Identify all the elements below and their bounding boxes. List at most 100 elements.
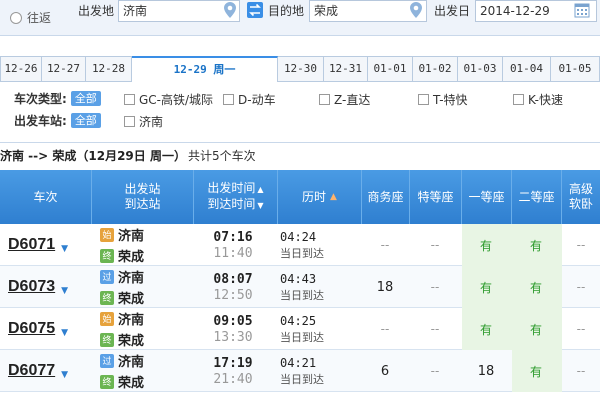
- filter-station-label: 济南: [139, 115, 164, 129]
- seat-value: 有: [529, 280, 542, 295]
- caret-down-icon[interactable]: ▼: [61, 286, 68, 296]
- table-row[interactable]: D6073 ▼ 过济南 终荣成 08:07 12:50 04:43 当日到达 18 -…: [0, 266, 600, 308]
- train-cell[interactable]: D6071 ▼: [0, 224, 92, 266]
- business-seat: 18: [362, 266, 408, 308]
- location-pin-icon[interactable]: [410, 2, 422, 18]
- end-badge: 终: [100, 374, 114, 389]
- train-number[interactable]: D6075: [8, 320, 55, 338]
- caret-down-icon[interactable]: ▼: [61, 328, 68, 338]
- duration: 04:21: [280, 355, 317, 370]
- date-tab-active[interactable]: 12-29 周一: [132, 56, 278, 82]
- soft-sleeper-seat: --: [562, 224, 600, 266]
- header-duration[interactable]: 历时 ▲: [278, 170, 362, 224]
- seat-value: 有: [529, 238, 542, 253]
- header-duration-label: 历时: [302, 189, 327, 204]
- sort-up-icon[interactable]: ▲: [257, 182, 263, 197]
- duration-cell: 04:43 当日到达: [280, 266, 360, 308]
- date-tab[interactable]: 12-26: [0, 56, 42, 82]
- arrival-time: 21:40: [213, 371, 253, 387]
- to-station: 终荣成: [100, 372, 144, 391]
- seat-value: --: [576, 364, 586, 378]
- table-row[interactable]: D6071 ▼ 始济南 终荣成 07:16 11:40 04:24 当日到达 -- -…: [0, 224, 600, 266]
- soft-sleeper-seat: --: [562, 266, 600, 308]
- business-seat: --: [362, 224, 408, 266]
- to-station: 终荣成: [100, 330, 144, 349]
- sort-up-icon[interactable]: ▲: [330, 190, 337, 205]
- header-soft-label-2: 软卧: [568, 197, 593, 211]
- header-times[interactable]: 出发时间 ▲ 到达时间 ▼: [194, 170, 278, 224]
- header-second: 二等座: [512, 170, 562, 224]
- times-cell: 07:16 11:40: [194, 224, 272, 266]
- checkbox[interactable]: [319, 94, 330, 105]
- train-cell[interactable]: D6077 ▼: [0, 350, 92, 392]
- caret-down-icon[interactable]: ▼: [61, 244, 68, 254]
- date-tab[interactable]: 12-28: [86, 56, 132, 82]
- search-bar: 往返 出发地 济南 目的地 荣成 出发日 2014-12-29: [0, 0, 600, 36]
- caret-down-icon[interactable]: ▼: [61, 370, 68, 380]
- filter-t[interactable]: T-特快: [418, 91, 468, 108]
- round-trip-radio[interactable]: [10, 11, 22, 24]
- train-number[interactable]: D6077: [8, 362, 55, 380]
- filter-station-jinan[interactable]: 济南: [124, 113, 163, 130]
- date-tab[interactable]: 12-31: [324, 56, 368, 82]
- train-count: 共计5个车次: [187, 149, 256, 163]
- table-row[interactable]: D6077 ▼ 过济南 终荣成 17:19 21:40 04:21 当日到达 6 --…: [0, 350, 600, 392]
- location-pin-icon[interactable]: [224, 2, 236, 18]
- checkbox[interactable]: [418, 94, 429, 105]
- train-cell[interactable]: D6075 ▼: [0, 308, 92, 350]
- round-trip-option[interactable]: 往返: [10, 9, 51, 26]
- train-type-all-button[interactable]: 全部: [70, 90, 101, 106]
- train-number[interactable]: D6073: [8, 278, 55, 296]
- header-first-label: 一等座: [468, 189, 505, 204]
- seat-value: 18: [477, 363, 495, 379]
- seat-value: 有: [479, 322, 492, 337]
- filter-gc[interactable]: GC-高铁/城际: [124, 91, 213, 108]
- filter-d[interactable]: D-动车: [223, 91, 276, 108]
- soft-sleeper-seat: --: [562, 308, 600, 350]
- filter-k-label: K-快速: [528, 93, 563, 107]
- from-station: 始济南: [100, 309, 144, 328]
- sort-down-icon[interactable]: ▼: [257, 198, 263, 213]
- checkbox[interactable]: [124, 116, 135, 127]
- header-dep-text: 出发时间: [207, 181, 256, 195]
- soft-sleeper-seat: --: [562, 350, 600, 392]
- seat-value: --: [576, 280, 586, 294]
- departure-time: 17:19: [213, 355, 253, 371]
- header-arr-label: 到达时间 ▼: [207, 197, 263, 213]
- date-tab[interactable]: 01-01: [368, 56, 413, 82]
- special-seat: --: [410, 224, 460, 266]
- header-special: 特等座: [410, 170, 462, 224]
- second-class-seat: 有: [512, 266, 560, 308]
- date-tab[interactable]: 01-05: [551, 56, 600, 82]
- to-station-name: 荣成: [118, 334, 145, 349]
- checkbox[interactable]: [513, 94, 524, 105]
- table-row[interactable]: D6075 ▼ 始济南 终荣成 09:05 13:30 04:25 当日到达 -- -…: [0, 308, 600, 350]
- swap-icon[interactable]: [247, 2, 263, 18]
- arrival-time: 12:50: [213, 287, 253, 303]
- date-tab[interactable]: 12-27: [42, 56, 86, 82]
- filter-k[interactable]: K-快速: [513, 91, 563, 108]
- checkbox[interactable]: [124, 94, 135, 105]
- header-business: 商务座: [362, 170, 410, 224]
- train-cell[interactable]: D6073 ▼: [0, 266, 92, 308]
- calendar-icon[interactable]: [574, 2, 590, 18]
- through-badge: 过: [100, 269, 114, 284]
- train-number[interactable]: D6071: [8, 236, 55, 254]
- date-tab[interactable]: 01-03: [458, 56, 503, 82]
- checkbox[interactable]: [223, 94, 234, 105]
- from-input[interactable]: 济南: [118, 0, 240, 22]
- special-seat: --: [410, 350, 460, 392]
- business-seat: 6: [362, 350, 408, 392]
- stations-cell: 过济南 终荣成: [100, 350, 192, 392]
- date-tab[interactable]: 12-30: [278, 56, 324, 82]
- to-station: 终荣成: [100, 246, 144, 265]
- station-all-button[interactable]: 全部: [70, 112, 101, 128]
- date-tab[interactable]: 01-04: [503, 56, 551, 82]
- header-times-labels: 出发时间 ▲ 到达时间 ▼: [207, 181, 263, 213]
- arrival-note: 当日到达: [280, 288, 324, 302]
- filter-z[interactable]: Z-直达: [319, 91, 370, 108]
- seat-value: --: [380, 322, 390, 336]
- to-station: 终荣成: [100, 288, 144, 307]
- first-class-seat: 有: [462, 308, 510, 350]
- date-tab[interactable]: 01-02: [413, 56, 458, 82]
